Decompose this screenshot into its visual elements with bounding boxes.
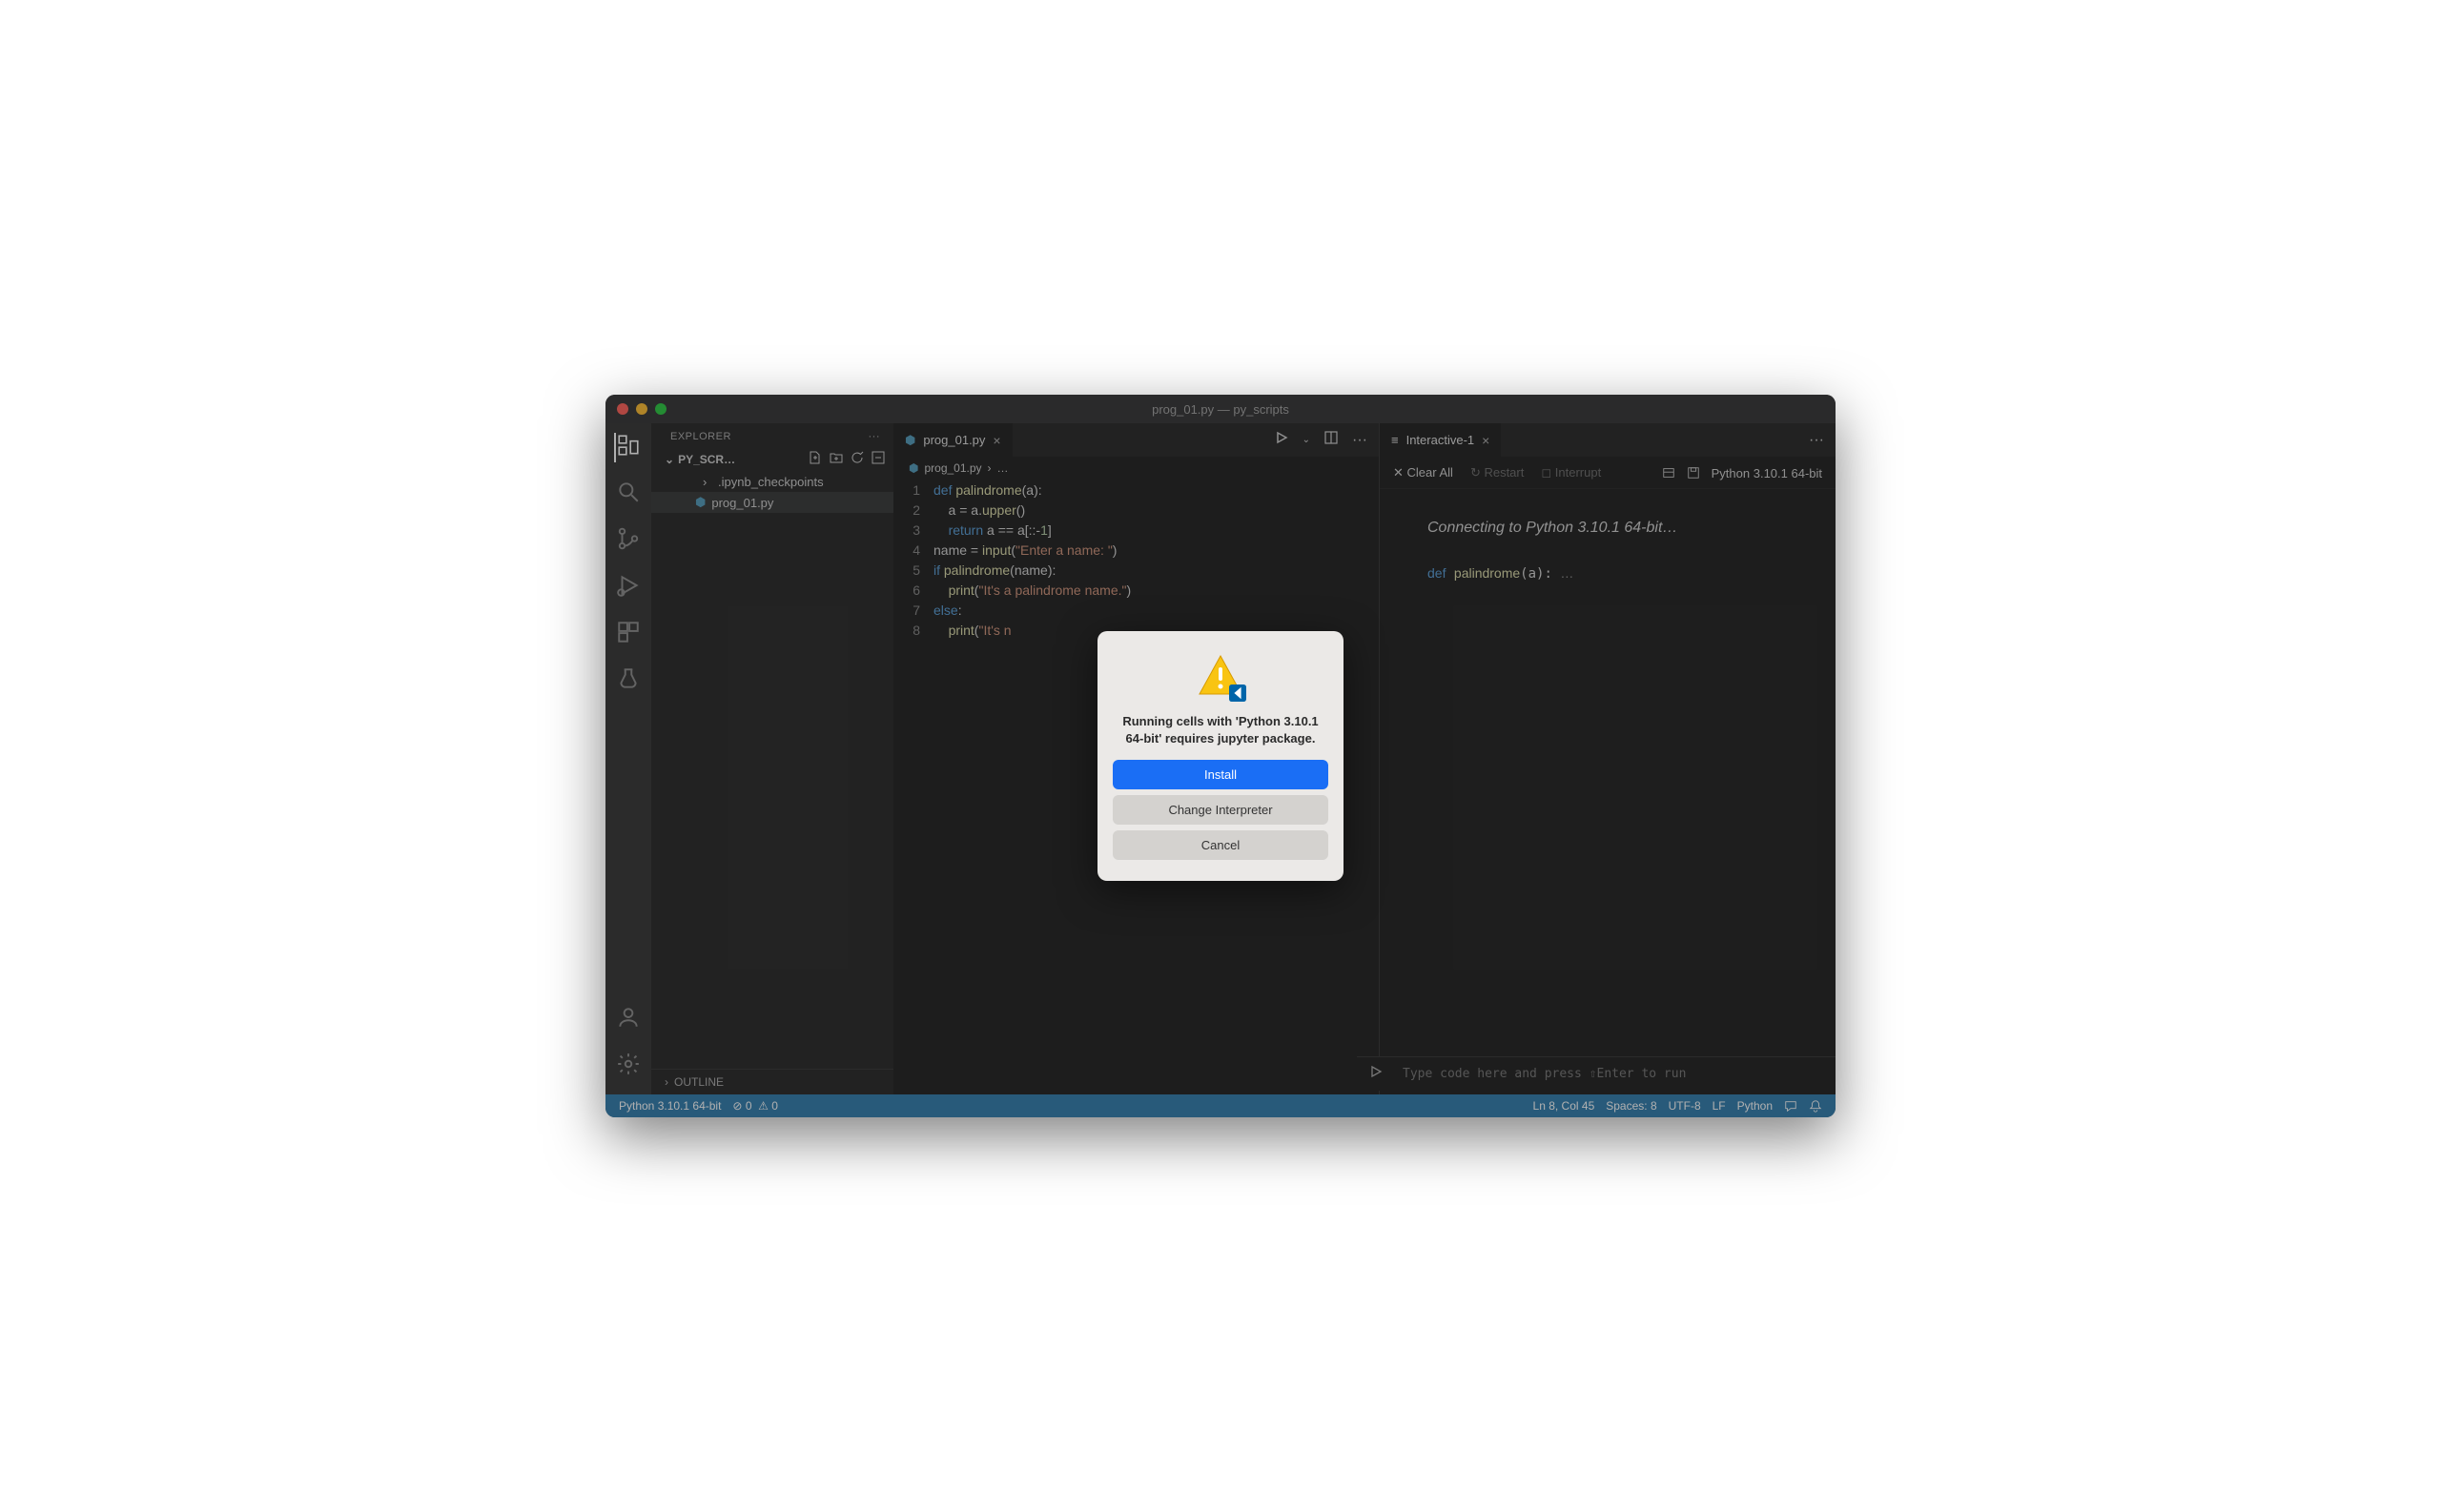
vscode-window: prog_01.py — py_scripts EXPLORER ··· ⌄ P bbox=[605, 395, 1836, 1117]
change-interpreter-button[interactable]: Change Interpreter bbox=[1113, 795, 1328, 825]
cancel-button[interactable]: Cancel bbox=[1113, 830, 1328, 860]
modal-overlay: Running cells with 'Python 3.10.1 64-bit… bbox=[605, 395, 1836, 1117]
install-button[interactable]: Install bbox=[1113, 760, 1328, 789]
dialog: Running cells with 'Python 3.10.1 64-bit… bbox=[1097, 631, 1344, 881]
warning-icon bbox=[1197, 652, 1244, 700]
dialog-message: Running cells with 'Python 3.10.1 64-bit… bbox=[1113, 713, 1328, 746]
